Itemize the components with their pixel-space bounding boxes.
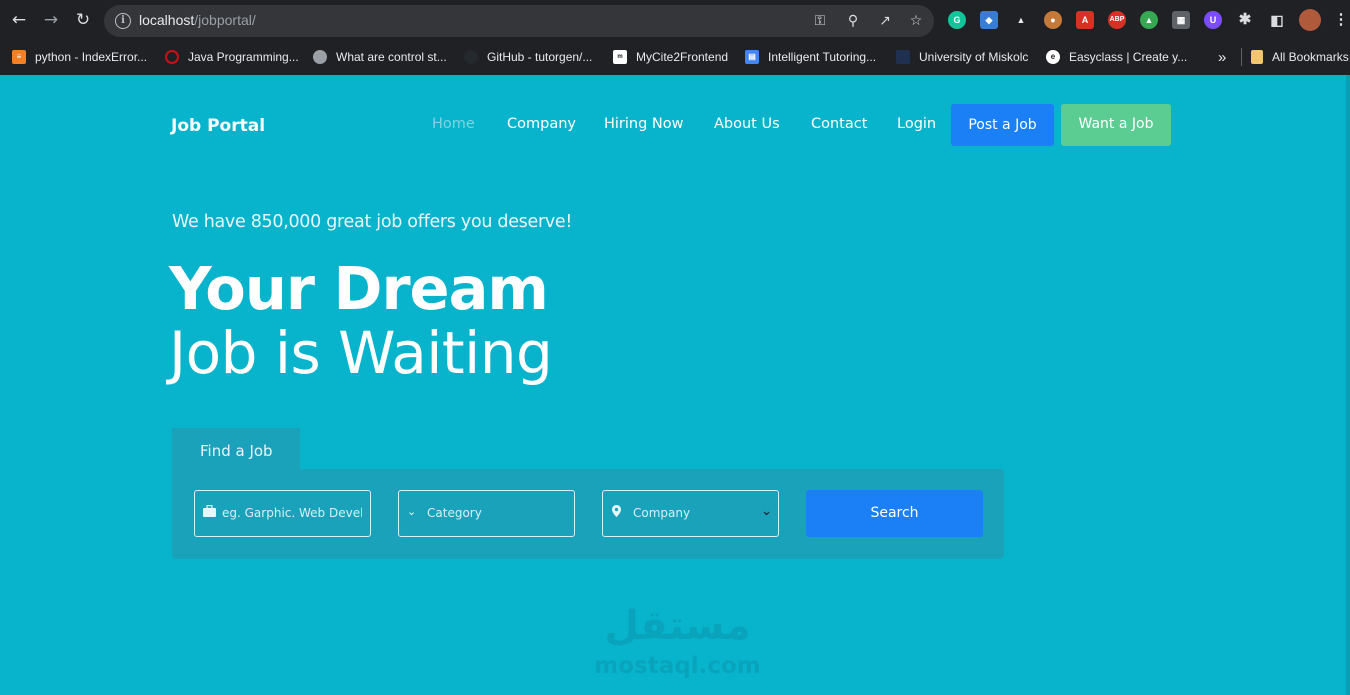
share-icon[interactable]: ↗ — [876, 12, 894, 30]
opera-icon — [165, 50, 179, 64]
site-info-icon[interactable]: i — [115, 13, 131, 29]
bookmarks-bar: ≡ python - IndexError... Java Programmin… — [0, 42, 1350, 72]
chevron-down-icon: ⌄ — [761, 504, 772, 519]
post-a-job-button[interactable]: Post a Job — [951, 104, 1054, 146]
nav-about-us[interactable]: About Us — [714, 116, 780, 132]
key-icon[interactable]: ⚿ — [811, 12, 829, 30]
browser-toolbar: ← → ↻ i localhost/jobportal/ ⚿ ⚲ ↗ ☆ G ◆… — [0, 0, 1350, 42]
menu-icon[interactable]: ⋮ — [1332, 11, 1350, 29]
hero-title-light: Job is Waiting — [169, 319, 553, 387]
all-bookmarks-item[interactable]: All Bookmarks — [1251, 48, 1349, 66]
globe-icon — [313, 50, 327, 64]
nav-hiring-now[interactable]: Hiring Now — [604, 116, 684, 132]
sidepanel-icon[interactable]: ◧ — [1268, 11, 1286, 29]
bookmark-item[interactable]: GitHub - tutorgen/... — [464, 48, 592, 66]
grammarly-icon[interactable]: G — [948, 11, 966, 29]
tab-find-a-job[interactable]: Find a Job — [172, 428, 300, 470]
url-text[interactable]: localhost/jobportal/ — [139, 12, 256, 28]
watermark-arabic: مستقل — [604, 603, 751, 649]
extension-shield-icon[interactable]: ◆ — [980, 11, 998, 29]
location-pin-icon — [612, 505, 621, 521]
puzzle-icon[interactable]: ✱ — [1236, 11, 1254, 29]
pdf-icon[interactable]: A — [1076, 11, 1094, 29]
address-bar[interactable]: i localhost/jobportal/ ⚿ ⚲ ↗ ☆ — [104, 5, 934, 37]
site-brand[interactable]: Job Portal — [171, 116, 265, 136]
star-icon[interactable]: ☆ — [907, 12, 925, 30]
university-icon — [896, 50, 910, 64]
extension-tab-icon[interactable]: ▦ — [1172, 11, 1190, 29]
bookmark-item[interactable]: University of Miskolc — [896, 48, 1028, 66]
hero-tagline: We have 850,000 great job offers you des… — [172, 212, 573, 232]
category-select[interactable]: ⌄ Category — [398, 490, 575, 537]
briefcase-icon — [203, 504, 216, 521]
job-search-panel: eg. Garphic. Web Develc ⌄ Category Compa… — [172, 469, 1004, 559]
bookmark-item[interactable]: m MyCite2Frontend — [613, 48, 728, 66]
cookie-icon[interactable]: ● — [1044, 11, 1062, 29]
page-scrollbar[interactable] — [1346, 75, 1350, 695]
reload-icon[interactable]: ↻ — [72, 9, 94, 31]
easyclass-icon: e — [1046, 50, 1060, 64]
folder-icon — [1251, 50, 1263, 64]
avatar[interactable] — [1299, 9, 1321, 31]
nav-contact[interactable]: Contact — [811, 116, 867, 132]
search-button[interactable]: Search — [806, 490, 983, 537]
nav-home[interactable]: Home — [432, 116, 475, 132]
extension-witch-icon[interactable]: ▲ — [1012, 11, 1030, 29]
adblock-icon[interactable]: ABP — [1108, 11, 1126, 29]
forward-icon[interactable]: → — [40, 9, 62, 31]
extension-drive-icon[interactable]: ▲ — [1140, 11, 1158, 29]
back-icon[interactable]: ← — [8, 9, 30, 31]
watermark-latin: mostaql.com — [594, 653, 761, 679]
job-portal-page: Job Portal Home Company Hiring Now About… — [0, 75, 1350, 695]
mycite-icon: m — [613, 50, 627, 64]
bookmark-item[interactable]: Java Programming... — [165, 48, 299, 66]
bookmark-item[interactable]: What are control st... — [313, 48, 447, 66]
company-select[interactable]: Company ⌄ — [602, 490, 779, 537]
bookmarks-overflow-button[interactable]: » — [1218, 48, 1226, 66]
nav-login[interactable]: Login — [897, 116, 936, 132]
stackoverflow-icon: ≡ — [12, 50, 26, 64]
extension-u-icon[interactable]: U — [1204, 11, 1222, 29]
bookmark-item[interactable]: ▤ Intelligent Tutoring... — [745, 48, 876, 66]
want-a-job-button[interactable]: Want a Job — [1061, 104, 1171, 146]
watermark: مستقل mostaql.com — [590, 603, 765, 683]
doc-icon: ▤ — [745, 50, 759, 64]
browser-chrome: ← → ↻ i localhost/jobportal/ ⚿ ⚲ ↗ ☆ G ◆… — [0, 0, 1350, 75]
chevron-down-icon: ⌄ — [407, 505, 417, 518]
zoom-icon[interactable]: ⚲ — [844, 12, 862, 30]
bookmarks-divider — [1241, 48, 1242, 66]
nav-company[interactable]: Company — [507, 116, 576, 132]
keyword-input[interactable]: eg. Garphic. Web Develc — [194, 490, 371, 537]
github-icon — [464, 50, 478, 64]
bookmark-item[interactable]: e Easyclass | Create y... — [1046, 48, 1187, 66]
bookmark-item[interactable]: ≡ python - IndexError... — [12, 48, 147, 66]
